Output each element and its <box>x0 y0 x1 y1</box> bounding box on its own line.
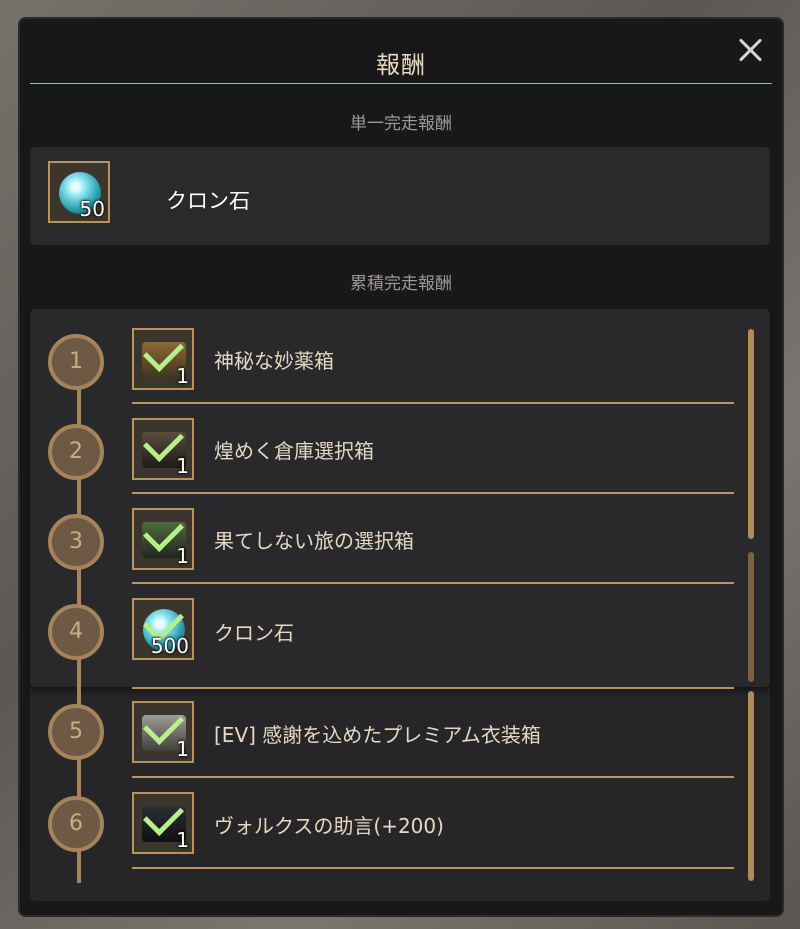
cumulative-reward-label: 累積完走報酬 <box>350 274 452 294</box>
glittering-storage-box-icon[interactable]: 1 <box>132 418 194 480</box>
row-divider <box>132 492 734 494</box>
row-divider <box>132 776 734 778</box>
dialog-title: 報酬 <box>376 51 426 79</box>
step-circle: 4 <box>48 604 104 660</box>
single-item-name: クロン石 <box>166 189 250 213</box>
row-divider <box>132 582 734 584</box>
scrollbar-track-lower[interactable] <box>748 691 754 881</box>
row-divider <box>132 867 734 869</box>
endless-journey-box-icon[interactable]: 1 <box>132 508 194 570</box>
step-circle: 1 <box>48 334 104 390</box>
valks-advice-icon[interactable]: 1 <box>132 792 194 854</box>
item-qty: 1 <box>176 828 189 852</box>
reward-dialog: 報酬 単一完走報酬 50 クロン石 累積完走報酬 1 1 神秘な妙薬箱 2 1 … <box>18 17 784 917</box>
reward-name: ヴォルクスの助言(+200) <box>214 814 444 838</box>
mysterious-elixir-box-icon[interactable]: 1 <box>132 328 194 390</box>
premium-outfit-box-icon[interactable]: 1 <box>132 701 194 763</box>
item-qty: 1 <box>176 737 189 761</box>
item-qty: 1 <box>176 544 189 568</box>
step-circle: 6 <box>48 796 104 852</box>
reward-name: 煌めく倉庫選択箱 <box>214 439 374 463</box>
reward-name: 果てしない旅の選択箱 <box>214 529 414 553</box>
step-circle: 3 <box>48 514 104 570</box>
scrollbar-track-upper[interactable] <box>748 552 754 682</box>
single-reward-label: 単一完走報酬 <box>350 114 452 134</box>
row-divider <box>132 402 734 404</box>
step-circle: 2 <box>48 424 104 480</box>
row-divider <box>132 687 734 689</box>
scrollbar-thumb[interactable] <box>748 329 754 539</box>
reward-name: [EV] 感謝を込めたプレミアム衣装箱 <box>214 723 541 747</box>
item-qty: 500 <box>150 634 189 658</box>
item-qty: 1 <box>176 454 189 478</box>
single-qty: 50 <box>79 197 105 221</box>
reward-name: クロン石 <box>214 621 294 645</box>
reward-name: 神秘な妙薬箱 <box>214 349 334 373</box>
close-icon[interactable] <box>734 33 768 67</box>
step-circle: 5 <box>48 704 104 760</box>
cron-stone-icon[interactable]: 50 <box>48 161 110 223</box>
cron-stone-icon[interactable]: 500 <box>132 598 194 660</box>
single-reward-card: 50 クロン石 <box>30 147 770 245</box>
item-qty: 1 <box>176 364 189 388</box>
title-divider <box>30 83 772 84</box>
